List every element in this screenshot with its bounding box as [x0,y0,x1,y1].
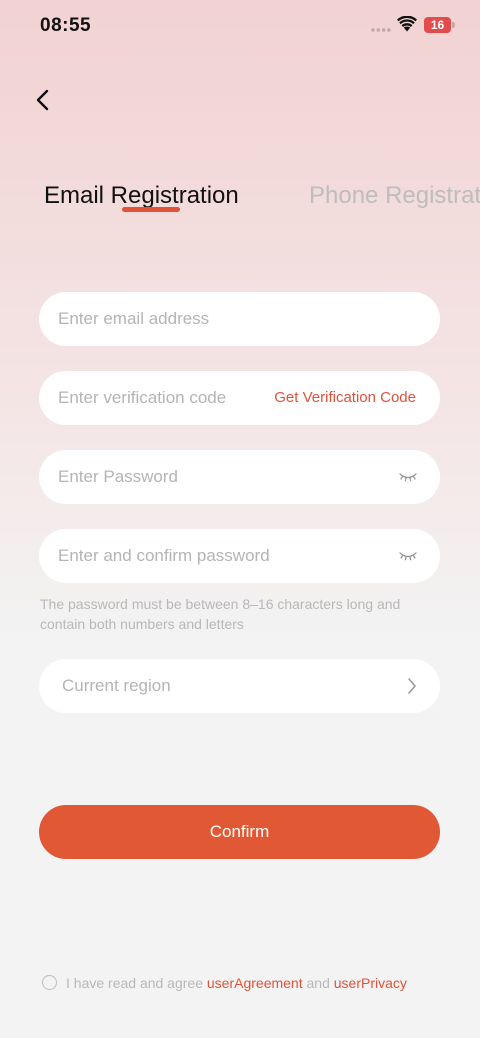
active-tab-indicator [122,207,180,212]
battery-cap [452,22,455,28]
agreement-row: I have read and agree userAgreement and … [42,974,462,994]
confirm-password-field-container [39,529,440,583]
tab-email-registration[interactable]: Email Registration [44,182,239,210]
tab-phone-registration[interactable]: Phone Registration [309,182,480,210]
agreement-text: I have read and agree userAgreement and … [66,975,407,991]
wifi-icon [397,16,417,32]
back-chevron-icon [36,89,49,111]
user-agreement-link[interactable]: userAgreement [207,975,303,991]
password-field-container [39,450,440,504]
battery-icon: 16 [424,17,455,33]
verification-code-input[interactable] [58,371,258,425]
agreement-radio-icon[interactable] [42,975,57,990]
password-hint: The password must be between 8–16 charac… [40,596,401,632]
back-button[interactable] [28,82,60,118]
agreement-conjunction: and [302,975,334,991]
confirm-button[interactable]: Confirm [39,805,440,859]
eye-closed-icon[interactable] [398,549,418,563]
status-time: 08:55 [40,15,92,36]
user-privacy-link[interactable]: userPrivacy [334,975,407,991]
registration-tabs: Email Registration Phone Registration [0,170,480,230]
agreement-prefix: I have read and agree [66,975,207,991]
chevron-right-icon [408,678,416,694]
email-input[interactable] [58,292,418,346]
get-verification-code-button[interactable]: Get Verification Code [274,389,416,406]
email-field-container [39,292,440,346]
confirm-password-input[interactable] [58,529,378,583]
verification-code-field-container: Get Verification Code [39,371,440,425]
password-input[interactable] [58,450,378,504]
region-selector[interactable]: Current region [39,659,440,713]
battery-level: 16 [424,17,451,33]
eye-closed-icon[interactable] [398,470,418,484]
region-placeholder: Current region [62,676,171,695]
status-bar: 08:55 16 [0,0,480,54]
cellular-signal-icon [371,28,391,32]
